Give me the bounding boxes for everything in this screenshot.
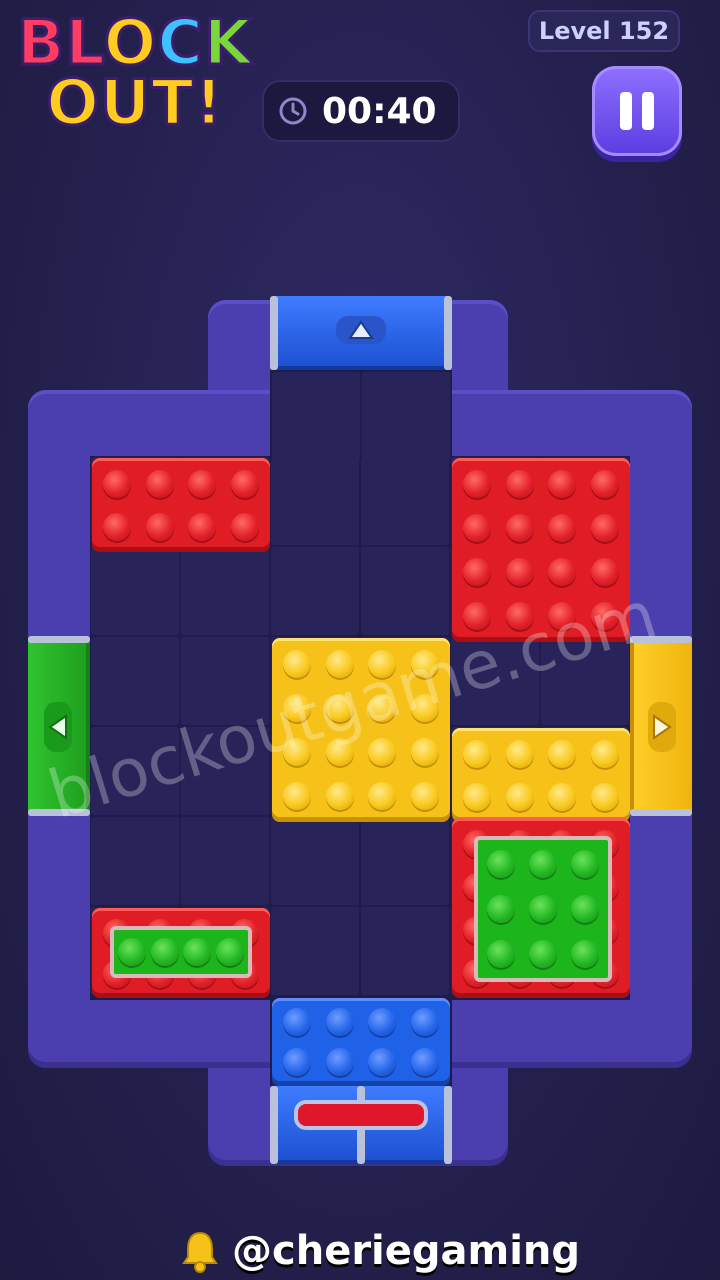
stud [410,1048,439,1076]
game-logo: BLOCK OUT! [0,0,270,150]
stud [487,939,515,968]
timer-value: 00:40 [322,90,437,132]
stud [283,782,312,810]
board-cell [361,907,449,995]
stud [325,1008,354,1036]
stud [103,469,132,498]
red-marker [298,1104,424,1126]
blue-block-bottom[interactable] [272,998,450,1086]
stud [463,470,492,498]
stud [487,895,515,923]
board-cell [271,907,359,995]
logo-line-2: OUT! [45,65,225,141]
stud [368,738,397,766]
stud [590,739,619,768]
stud [283,1008,312,1036]
stud [368,782,397,810]
blue-gate-top [270,296,452,370]
stud [548,514,577,542]
stud [529,850,557,879]
left-arrow-icon [40,700,76,754]
red-green-block-bottom-left[interactable] [92,908,270,998]
stud [410,782,439,810]
board-cell [271,817,359,905]
yellow-block-right[interactable] [452,728,630,822]
red-block-top-left[interactable] [92,458,270,552]
stud [283,1048,312,1076]
stud [145,469,174,498]
pause-button[interactable] [592,66,682,156]
stud [463,558,492,586]
stud [188,469,217,498]
board-cell [271,457,359,545]
stud [463,514,492,542]
stud [548,739,577,768]
board-cell [181,817,269,905]
board-cell [361,457,449,545]
stud [183,938,212,966]
stud [325,1048,354,1076]
stud [590,470,619,498]
board-cell [91,817,179,905]
stud [505,782,534,811]
stud [529,895,557,923]
board-cell [272,372,360,460]
stud [325,782,354,810]
stud [283,650,312,678]
stud [487,850,515,879]
stud [505,514,534,542]
handle-text: @cheriegaming [232,1228,581,1274]
up-arrow-icon [334,312,388,348]
stud [571,939,599,968]
level-indicator: Level 152 [528,10,680,52]
board-cell [181,547,269,635]
stud [505,739,534,768]
stud [463,739,492,768]
stud [590,558,619,586]
board-cell [361,547,449,635]
blue-gate-bottom [270,1086,452,1164]
footer-handle: @cheriegaming [180,1228,580,1274]
pause-icon [620,92,632,130]
stud [529,939,557,968]
board-cell [91,547,179,635]
board-cell [271,547,359,635]
stud [215,938,244,966]
stud [368,1048,397,1076]
stud [548,470,577,498]
board-cell [361,817,449,905]
clock-icon [279,97,307,125]
stud [150,938,179,966]
board-cell [91,637,179,725]
stud [463,782,492,811]
board-cell [362,372,450,460]
red-green-block-right[interactable] [452,818,630,998]
green-inner-block [110,926,252,978]
stud [118,938,147,966]
stud [590,782,619,811]
right-arrow-icon [644,700,680,754]
stud [548,558,577,586]
stud [410,738,439,766]
stud [145,512,174,541]
stud [505,470,534,498]
stud [188,512,217,541]
stud [103,512,132,541]
timer-display: 00:40 [262,80,460,142]
stud [548,782,577,811]
stud [230,512,259,541]
green-inner-block [474,836,612,982]
stud [571,895,599,923]
stud [505,558,534,586]
yellow-gate-right [630,636,692,816]
stud [410,1008,439,1036]
bell-icon [182,1231,218,1273]
stud [230,469,259,498]
stud [368,1008,397,1036]
stud [571,850,599,879]
stud [590,514,619,542]
level-label: Level 152 [538,17,670,45]
